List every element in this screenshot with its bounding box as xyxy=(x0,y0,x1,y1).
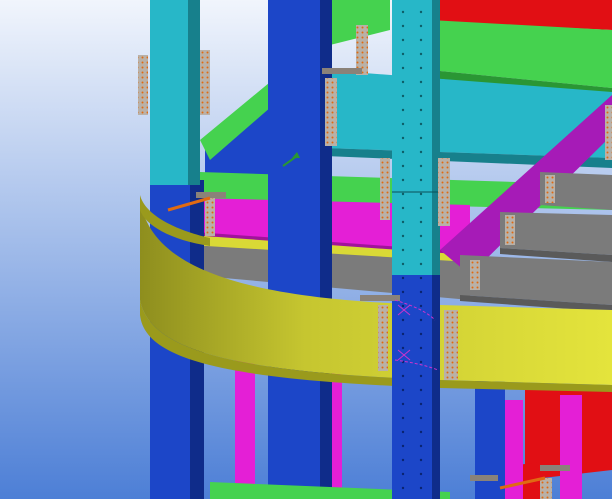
bolt-hole xyxy=(401,458,405,462)
bolt-hole xyxy=(419,192,423,196)
bolt-hole xyxy=(401,388,405,392)
bolt-hole xyxy=(401,52,405,56)
bolt-hole xyxy=(401,248,405,252)
bolt-hole xyxy=(419,10,423,14)
bolt-hole xyxy=(401,94,405,98)
bolt-hole xyxy=(419,444,423,448)
bolt-hole xyxy=(419,304,423,308)
bolt-hole xyxy=(401,402,405,406)
bolt-hole xyxy=(401,318,405,322)
bolt-hole xyxy=(401,332,405,336)
bolt-hole xyxy=(419,458,423,462)
bolt-hole xyxy=(419,332,423,336)
bolt-hole xyxy=(419,276,423,280)
bolt-hole xyxy=(419,486,423,490)
bolt-hole xyxy=(419,318,423,322)
bolt-hole xyxy=(401,136,405,140)
model-canvas[interactable] xyxy=(0,0,612,499)
bolt-hole xyxy=(401,472,405,476)
model-viewport[interactable] xyxy=(0,0,612,499)
bolt-hole xyxy=(401,444,405,448)
bolt-hole xyxy=(401,206,405,210)
bolt-hole xyxy=(401,220,405,224)
bolt-hole xyxy=(419,388,423,392)
bolt-hole xyxy=(419,24,423,28)
bolt-hole xyxy=(419,346,423,350)
bolt-hole xyxy=(401,486,405,490)
beam-gray-right-2[interactable] xyxy=(500,212,612,262)
bolt-hole xyxy=(401,66,405,70)
bolt-hole xyxy=(419,108,423,112)
column-main-front[interactable] xyxy=(392,0,440,499)
bolt-hole xyxy=(419,66,423,70)
bolt-hole xyxy=(419,122,423,126)
bolt-hole xyxy=(401,178,405,182)
bolt-hole xyxy=(401,234,405,238)
bolt-hole xyxy=(419,248,423,252)
bolt-hole xyxy=(401,150,405,154)
bolt-hole xyxy=(419,178,423,182)
bolt-hole xyxy=(419,220,423,224)
bolt-hole xyxy=(401,10,405,14)
bolt-hole xyxy=(401,262,405,266)
bolt-hole xyxy=(419,80,423,84)
column-blue-middle[interactable] xyxy=(268,0,332,499)
bolt-hole xyxy=(419,52,423,56)
bolt-hole xyxy=(419,374,423,378)
bolt-hole xyxy=(401,290,405,294)
bolt-hole xyxy=(419,38,423,42)
bolt-hole xyxy=(401,374,405,378)
bolt-hole xyxy=(401,346,405,350)
bolt-hole xyxy=(419,136,423,140)
bolt-hole xyxy=(401,430,405,434)
column-blue-right[interactable] xyxy=(475,380,505,499)
bolt-hole xyxy=(419,402,423,406)
bolt-hole xyxy=(419,94,423,98)
bolt-hole xyxy=(401,38,405,42)
bolt-hole xyxy=(401,164,405,168)
bolt-hole xyxy=(401,122,405,126)
bolt-hole xyxy=(419,360,423,364)
bolt-hole xyxy=(419,290,423,294)
bolt-hole xyxy=(401,108,405,112)
bolt-hole xyxy=(419,262,423,266)
bolt-hole xyxy=(401,276,405,280)
bolt-hole xyxy=(419,416,423,420)
bolt-hole xyxy=(419,164,423,168)
column-cyan-left[interactable] xyxy=(150,0,200,185)
bolt-hole xyxy=(419,430,423,434)
bolt-hole xyxy=(401,80,405,84)
bolt-hole xyxy=(401,24,405,28)
bolt-hole xyxy=(419,234,423,238)
bolt-hole xyxy=(401,416,405,420)
bolt-hole xyxy=(419,150,423,154)
bolt-hole xyxy=(401,192,405,196)
bolt-hole xyxy=(419,206,423,210)
bolt-hole xyxy=(419,472,423,476)
bolt-hole xyxy=(401,304,405,308)
